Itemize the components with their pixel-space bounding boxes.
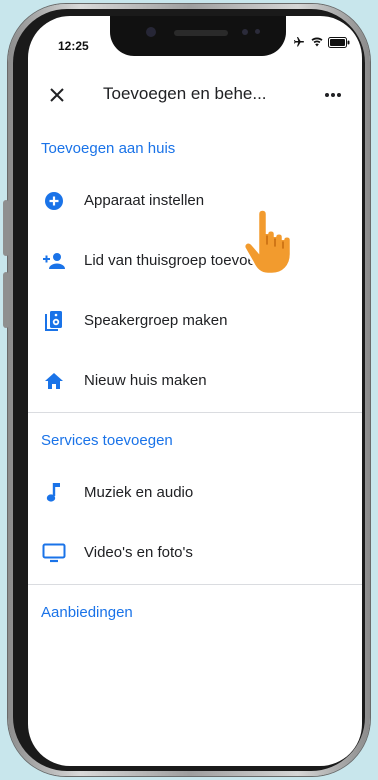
pointing-hand-icon	[239, 193, 293, 276]
list-item-label: Apparaat instellen	[84, 192, 205, 209]
more-options-button[interactable]	[318, 80, 348, 110]
list-item-setup-device[interactable]: Apparaat instellen	[28, 180, 362, 224]
earpiece-speaker	[174, 30, 228, 36]
section-header-add-to-home: Toevoegen aan huis	[41, 140, 176, 157]
list-item-videos-photos[interactable]: Video's en foto's	[28, 532, 362, 576]
list-item-label: Nieuw huis maken	[84, 372, 207, 389]
tv-icon	[42, 541, 66, 565]
divider	[28, 584, 362, 585]
list-item-new-home[interactable]: Nieuw huis maken	[28, 360, 362, 404]
speaker-group-icon	[42, 309, 66, 333]
phone-screen: 12:25 Toevoegen en behe... Toevoegen aan…	[28, 16, 362, 766]
list-item-label: Speakergroep maken	[84, 312, 228, 329]
section-header-services: Services toevoegen	[41, 432, 173, 449]
notch	[110, 16, 286, 56]
close-button[interactable]	[42, 80, 72, 110]
battery-icon	[328, 36, 350, 48]
list-item-label: Video's en foto's	[84, 544, 193, 561]
add-person-icon	[42, 249, 66, 273]
sensor	[255, 29, 260, 34]
app-bar: Toevoegen en behe...	[28, 74, 362, 118]
status-icons	[292, 36, 350, 48]
list-item-music-audio[interactable]: Muziek en audio	[28, 472, 362, 516]
more-horizontal-icon	[325, 93, 341, 97]
list-item-label: Muziek en audio	[84, 484, 194, 501]
close-icon	[50, 88, 64, 102]
section-header-offers[interactable]: Aanbiedingen	[41, 604, 133, 621]
music-note-icon	[42, 481, 66, 505]
front-camera	[146, 27, 156, 37]
volume-up-button	[3, 200, 9, 256]
sensor	[242, 29, 248, 35]
airplane-mode-icon	[294, 37, 304, 47]
wifi-icon	[311, 37, 323, 47]
list-item-speaker-group[interactable]: Speakergroep maken	[28, 300, 362, 344]
page-title: Toevoegen en behe...	[103, 84, 267, 103]
volume-down-button	[3, 272, 9, 328]
add-circle-icon	[42, 189, 66, 213]
status-time: 12:25	[58, 39, 89, 53]
list-item-add-household-member[interactable]: Lid van thuisgroep toevoegen	[28, 240, 362, 284]
home-icon	[42, 369, 66, 393]
divider	[28, 412, 362, 413]
